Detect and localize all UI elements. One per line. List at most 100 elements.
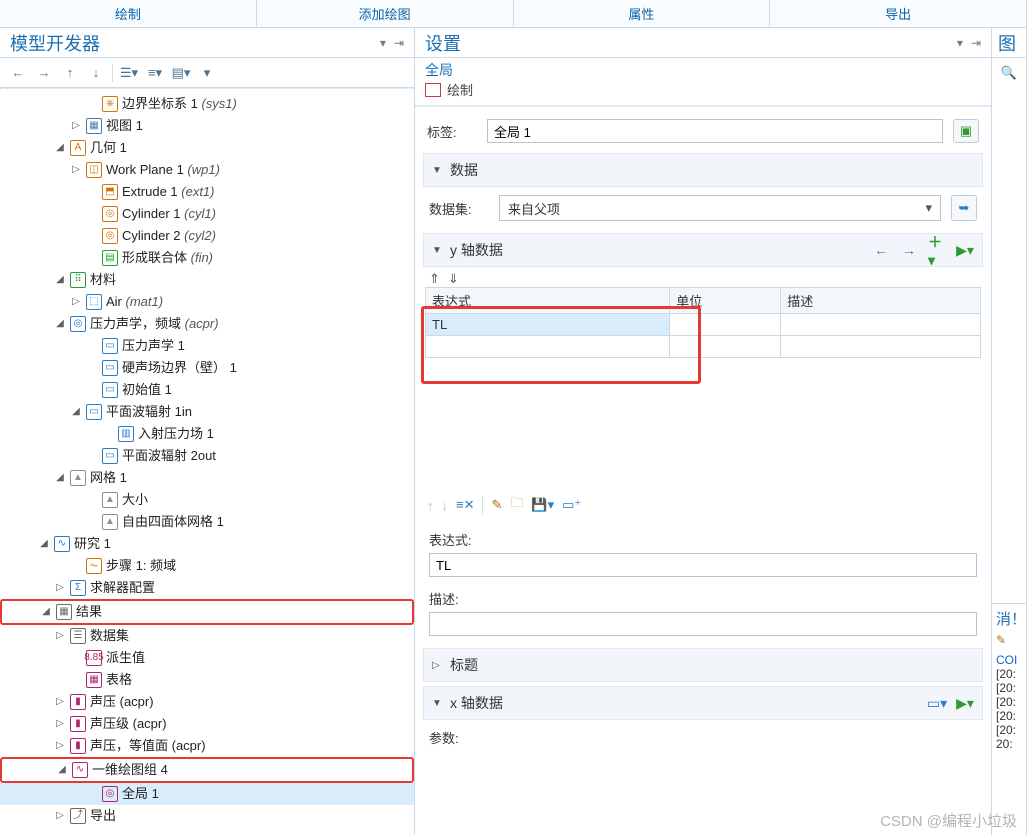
tree-node[interactable]: ▭初始值 1 bbox=[0, 379, 414, 401]
cell-expr[interactable] bbox=[426, 336, 670, 358]
col-expr[interactable]: 表达式 bbox=[426, 288, 670, 314]
move-down-icon[interactable]: ↓ bbox=[442, 498, 449, 513]
tree-node[interactable]: ▷⤴导出 bbox=[0, 805, 414, 827]
chevron-down-icon[interactable]: ◢ bbox=[54, 467, 66, 489]
x-plot-icon[interactable]: ▶▾ bbox=[956, 694, 974, 712]
panel-pin-icon[interactable]: ⇥ bbox=[394, 36, 404, 50]
chevron-right-icon[interactable]: ▷ bbox=[54, 691, 66, 713]
label-input[interactable] bbox=[487, 119, 943, 143]
tree-node[interactable]: ◎Cylinder 1 (cyl1) bbox=[0, 203, 414, 225]
expr-input[interactable] bbox=[429, 553, 977, 577]
delete-row-icon[interactable]: ≡✕ bbox=[456, 497, 474, 513]
tree-node[interactable]: ▷☰数据集 bbox=[0, 625, 414, 647]
chevron-right-icon[interactable]: ▷ bbox=[54, 713, 66, 735]
msg-brush-icon[interactable]: ✎ bbox=[996, 633, 1024, 647]
tree-node[interactable]: ◢▭平面波辐射 1in bbox=[0, 401, 414, 423]
tree-node[interactable]: ▷▮声压级 (acpr) bbox=[0, 713, 414, 735]
nav-back-icon[interactable]: ← bbox=[8, 62, 28, 84]
y-data-table[interactable]: 表达式 单位 描述 TL bbox=[425, 287, 981, 358]
chevron-right-icon[interactable]: ▷ bbox=[70, 115, 82, 137]
panel-menu-icon[interactable]: ▾ bbox=[380, 36, 386, 50]
tree-node[interactable]: ▷◫Work Plane 1 (wp1) bbox=[0, 159, 414, 181]
tree-node[interactable]: ◢▲网格 1 bbox=[0, 467, 414, 489]
y-table-up-icon[interactable]: ⇑ bbox=[429, 271, 440, 287]
cell-unit[interactable] bbox=[670, 336, 781, 358]
chevron-right-icon[interactable]: ▷ bbox=[54, 625, 66, 647]
section-title-header[interactable]: ▷ 标题 bbox=[423, 648, 983, 682]
cell-desc[interactable] bbox=[781, 336, 981, 358]
nav-forward-icon[interactable]: → bbox=[34, 62, 54, 84]
tree-node[interactable]: ◢A几何 1 bbox=[0, 137, 414, 159]
tab-props[interactable]: 属性 bbox=[514, 0, 771, 27]
y-add-icon[interactable]: ＋▾ bbox=[928, 241, 946, 259]
cell-desc[interactable] bbox=[781, 314, 981, 336]
chevron-down-icon[interactable]: ◢ bbox=[54, 137, 66, 159]
tab-draw[interactable]: 绘制 bbox=[0, 0, 257, 27]
settings-icon[interactable]: ▾ bbox=[197, 62, 217, 84]
save-icon[interactable]: 💾▾ bbox=[531, 497, 554, 513]
tree-node[interactable]: ▷▮声压，等值面 (acpr) bbox=[0, 735, 414, 757]
collapse-icon[interactable]: ≡▾ bbox=[145, 62, 165, 84]
clean-icon[interactable]: ✎ bbox=[491, 497, 502, 513]
tree-node[interactable]: 8.85派生值 bbox=[0, 647, 414, 669]
open-icon[interactable]: 🗀 bbox=[510, 494, 523, 516]
nav-down-icon[interactable]: ↓ bbox=[86, 62, 106, 84]
tree-node[interactable]: ▤形成联合体 (fin) bbox=[0, 247, 414, 269]
chevron-right-icon[interactable]: ▷ bbox=[54, 805, 66, 827]
view-mode-icon[interactable]: ▤▾ bbox=[171, 62, 191, 84]
chevron-down-icon[interactable]: ◢ bbox=[54, 269, 66, 291]
tree-node[interactable]: ▥入射压力场 1 bbox=[0, 423, 414, 445]
chevron-down-icon[interactable]: ◢ bbox=[54, 313, 66, 335]
chevron-down-icon[interactable]: ◢ bbox=[40, 601, 52, 623]
tab-export[interactable]: 导出 bbox=[770, 0, 1026, 27]
desc-input[interactable] bbox=[429, 612, 977, 636]
tree-node[interactable]: ▷▮声压 (acpr) bbox=[0, 691, 414, 713]
col-unit[interactable]: 单位 bbox=[670, 288, 781, 314]
dataset-select[interactable]: 来自父项 ▾ bbox=[499, 195, 941, 221]
insert-icon[interactable]: ▭⁺ bbox=[562, 497, 581, 513]
tree-node[interactable]: ▲自由四面体网格 1 bbox=[0, 511, 414, 533]
chevron-right-icon[interactable]: ▷ bbox=[70, 291, 82, 313]
label-link-icon[interactable]: ▣ bbox=[953, 119, 979, 143]
tree-node[interactable]: ◢∿研究 1 bbox=[0, 533, 414, 555]
tree-node[interactable]: ◢▦结果 bbox=[0, 599, 414, 625]
y-plot-icon[interactable]: ▶▾ bbox=[956, 241, 974, 259]
tree-node[interactable]: ◢⠿材料 bbox=[0, 269, 414, 291]
zoom-icon[interactable]: 🔍 bbox=[992, 58, 1026, 88]
y-back-icon[interactable]: ← bbox=[872, 241, 890, 259]
tree-node[interactable]: ▦表格 bbox=[0, 669, 414, 691]
tree-node[interactable]: ⎈边界坐标系 1 (sys1) bbox=[0, 93, 414, 115]
tree-node[interactable]: ⬒Extrude 1 (ext1) bbox=[0, 181, 414, 203]
tree-node[interactable]: ▷▦视图 1 bbox=[0, 115, 414, 137]
x-config-icon[interactable]: ▭▾ bbox=[928, 694, 946, 712]
section-data-header[interactable]: ▼ 数据 bbox=[423, 153, 983, 187]
settings-menu-icon[interactable]: ▾ bbox=[957, 36, 963, 50]
expand-mode-icon[interactable]: ☰▾ bbox=[119, 62, 139, 84]
section-y-header[interactable]: ▼ y 轴数据 ← → ＋▾ ▶▾ bbox=[423, 233, 983, 267]
tree-node[interactable]: ▭压力声学 1 bbox=[0, 335, 414, 357]
nav-up-icon[interactable]: ↑ bbox=[60, 62, 80, 84]
chevron-down-icon[interactable]: ◢ bbox=[56, 759, 68, 781]
chevron-right-icon[interactable]: ▷ bbox=[54, 577, 66, 599]
move-up-icon[interactable]: ↑ bbox=[427, 498, 434, 513]
tree-node[interactable]: ⏦步骤 1: 频域 bbox=[0, 555, 414, 577]
tree-node[interactable]: ◎Cylinder 2 (cyl2) bbox=[0, 225, 414, 247]
cell-expr[interactable]: TL bbox=[426, 314, 670, 336]
tree-node[interactable]: ◎全局 1 bbox=[0, 783, 414, 805]
y-forward-icon[interactable]: → bbox=[900, 241, 918, 259]
settings-pin-icon[interactable]: ⇥ bbox=[971, 36, 981, 50]
y-table-down-icon[interactable]: ⇓ bbox=[448, 271, 459, 287]
tree-node[interactable]: ▷⬚Air (mat1) bbox=[0, 291, 414, 313]
model-tree[interactable]: ⎈边界坐标系 1 (sys1)▷▦视图 1◢A几何 1▷◫Work Plane … bbox=[0, 88, 414, 835]
tree-node[interactable]: ▭硬声场边界（壁） 1 bbox=[0, 357, 414, 379]
tab-addplot[interactable]: 添加绘图 bbox=[257, 0, 514, 27]
tree-node[interactable]: ▭平面波辐射 2out bbox=[0, 445, 414, 467]
col-desc[interactable]: 描述 bbox=[781, 288, 981, 314]
tree-node[interactable]: ◢◎压力声学，频域 (acpr) bbox=[0, 313, 414, 335]
cell-unit[interactable] bbox=[670, 314, 781, 336]
chevron-down-icon[interactable]: ◢ bbox=[38, 533, 50, 555]
dataset-goto-icon[interactable]: ➥ bbox=[951, 195, 977, 221]
plot-button[interactable]: 绘制 bbox=[447, 80, 473, 99]
tree-node[interactable]: ▷Σ求解器配置 bbox=[0, 577, 414, 599]
chevron-down-icon[interactable]: ◢ bbox=[70, 401, 82, 423]
